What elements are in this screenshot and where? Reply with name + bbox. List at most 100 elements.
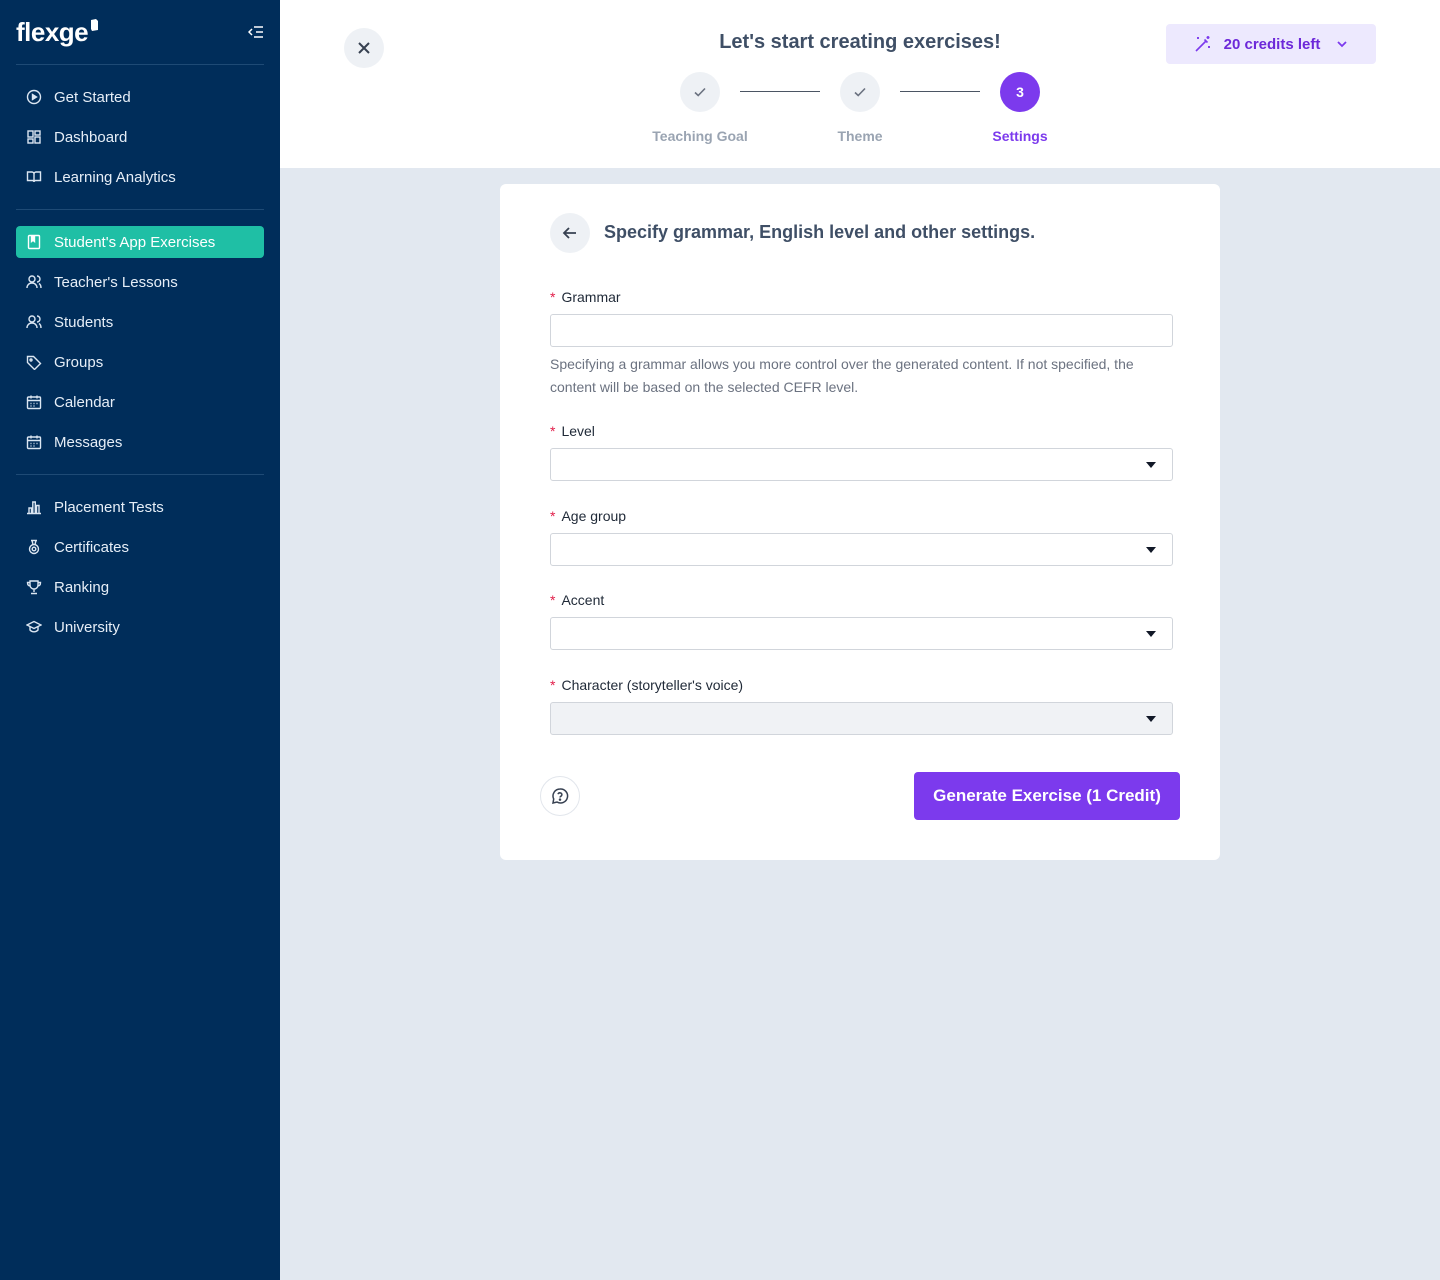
- sidebar-item-students-app-exercises[interactable]: Student's App Exercises: [16, 226, 264, 258]
- sidebar-item-label: Groups: [54, 353, 104, 371]
- user-icon: [26, 274, 42, 290]
- grammar-help-text: Specifying a grammar allows you more con…: [550, 356, 1134, 395]
- step-label: Theme: [837, 128, 883, 144]
- credits-dropdown-button[interactable]: 20 credits left: [1166, 24, 1376, 64]
- step-settings[interactable]: 3 Settings: [960, 72, 1080, 144]
- wizard-stepper: Teaching Goal Theme 3 Settings: [280, 72, 1440, 152]
- sidebar-item-label: University: [54, 618, 120, 636]
- sidebar-item-students[interactable]: Students: [16, 306, 264, 338]
- caret-down-icon: [1146, 631, 1156, 637]
- sidebar-item-label: Learning Analytics: [54, 168, 176, 186]
- arrow-left-icon: [562, 227, 576, 239]
- sidebar-item-label: Certificates: [54, 538, 130, 556]
- dashboard-grid-icon: [26, 129, 42, 145]
- logo[interactable]: flexge: [16, 17, 99, 48]
- nav-group-other: Placement Tests Certificates Ranking Uni…: [0, 475, 280, 659]
- credits-label: 20 credits left: [1223, 35, 1321, 53]
- bar-chart-icon: [26, 499, 42, 515]
- accent-label: Accent: [561, 592, 605, 608]
- calendar-icon: [26, 394, 42, 410]
- card-title: Specify grammar, English level and other…: [604, 222, 1036, 242]
- calendar-message-icon: [26, 434, 42, 450]
- character-label: Character (storyteller's voice): [561, 677, 744, 693]
- sidebar-item-messages[interactable]: Messages: [16, 426, 264, 458]
- sidebar-item-ranking[interactable]: Ranking: [16, 571, 264, 603]
- nav-group-main: Get Started Dashboard Learning Analytics: [0, 65, 280, 209]
- grammar-label: Grammar: [561, 289, 621, 305]
- wizard-header: Let's start creating exercises! 20 credi…: [280, 0, 1440, 168]
- sidebar-item-get-started[interactable]: Get Started: [16, 81, 264, 113]
- accent-select[interactable]: [550, 617, 1173, 650]
- level-field: * Level: [550, 422, 1173, 481]
- character-field: * Character (storyteller's voice): [550, 676, 1173, 735]
- nav-group-teaching: Student's App Exercises Teacher's Lesson…: [0, 210, 280, 474]
- sidebar-item-groups[interactable]: Groups: [16, 346, 264, 378]
- field-label: * Grammar: [550, 288, 1173, 306]
- field-label: * Character (storyteller's voice): [550, 676, 1173, 694]
- grammar-input[interactable]: [550, 314, 1173, 347]
- sidebar-item-label: Get Started: [54, 88, 131, 106]
- bookmark-book-icon: [26, 234, 42, 250]
- sidebar-item-dashboard[interactable]: Dashboard: [16, 121, 264, 153]
- collapse-sidebar-icon[interactable]: [248, 24, 264, 40]
- step-theme[interactable]: Theme: [800, 72, 920, 144]
- step-label: Settings: [992, 128, 1048, 144]
- sidebar-item-certificates[interactable]: Certificates: [16, 531, 264, 563]
- users-icon: [26, 314, 42, 330]
- required-asterisk: *: [550, 508, 556, 524]
- field-label: * Age group: [550, 507, 1173, 525]
- sidebar-item-placement-tests[interactable]: Placement Tests: [16, 491, 264, 523]
- back-button[interactable]: [550, 213, 590, 253]
- check-icon: [854, 87, 866, 97]
- sidebar-header: flexge: [0, 0, 280, 64]
- sidebar-item-label: Student's App Exercises: [54, 233, 216, 251]
- step-circle-number: 3: [1000, 72, 1040, 112]
- medal-icon: [26, 539, 42, 555]
- level-select[interactable]: [550, 448, 1173, 481]
- magic-wand-icon: [1195, 36, 1210, 52]
- sidebar-item-label: Students: [54, 313, 114, 331]
- trophy-icon: [26, 579, 42, 595]
- field-label: * Level: [550, 422, 1173, 440]
- sidebar-item-label: Dashboard: [54, 128, 128, 146]
- level-label: Level: [561, 423, 595, 439]
- caret-down-icon: [1146, 547, 1156, 553]
- sidebar-item-label: Messages: [54, 433, 123, 451]
- open-book-icon: [26, 169, 42, 185]
- sidebar-item-label: Calendar: [54, 393, 115, 411]
- step-label: Teaching Goal: [652, 128, 748, 144]
- sidebar-item-label: Placement Tests: [54, 498, 164, 516]
- play-circle-icon: [26, 89, 42, 105]
- check-icon: [694, 87, 706, 97]
- character-select[interactable]: [550, 702, 1173, 735]
- sidebar: flexge Get Started Dashboard Learning An…: [0, 0, 280, 1280]
- help-chat-button[interactable]: [540, 776, 580, 816]
- tag-icon: [26, 354, 42, 370]
- help-chat-icon: [552, 788, 569, 805]
- age-group-select[interactable]: [550, 533, 1173, 566]
- chevron-down-icon: [1337, 41, 1347, 48]
- age-group-field: * Age group: [550, 507, 1173, 566]
- generate-exercise-button[interactable]: Generate Exercise (1 Credit): [914, 772, 1180, 820]
- sidebar-item-teachers-lessons[interactable]: Teacher's Lessons: [16, 266, 264, 298]
- accent-field: * Accent: [550, 591, 1173, 650]
- sidebar-item-label: Ranking: [54, 578, 110, 596]
- sidebar-item-learning-analytics[interactable]: Learning Analytics: [16, 161, 264, 193]
- required-asterisk: *: [550, 289, 556, 305]
- age-group-label: Age group: [561, 508, 627, 524]
- caret-down-icon: [1146, 716, 1156, 722]
- graduation-cap-icon: [26, 619, 42, 635]
- sidebar-item-calendar[interactable]: Calendar: [16, 386, 264, 418]
- step-circle: [680, 72, 720, 112]
- required-asterisk: *: [550, 677, 556, 693]
- logo-mark-icon: [91, 18, 99, 31]
- sidebar-item-university[interactable]: University: [16, 611, 264, 643]
- step-teaching-goal[interactable]: Teaching Goal: [640, 72, 760, 144]
- settings-card: Specify grammar, English level and other…: [500, 184, 1220, 860]
- logo-text: flexge: [16, 16, 89, 47]
- step-circle: [840, 72, 880, 112]
- sidebar-item-label: Teacher's Lessons: [54, 273, 178, 291]
- required-asterisk: *: [550, 592, 556, 608]
- caret-down-icon: [1146, 462, 1156, 468]
- required-asterisk: *: [550, 423, 556, 439]
